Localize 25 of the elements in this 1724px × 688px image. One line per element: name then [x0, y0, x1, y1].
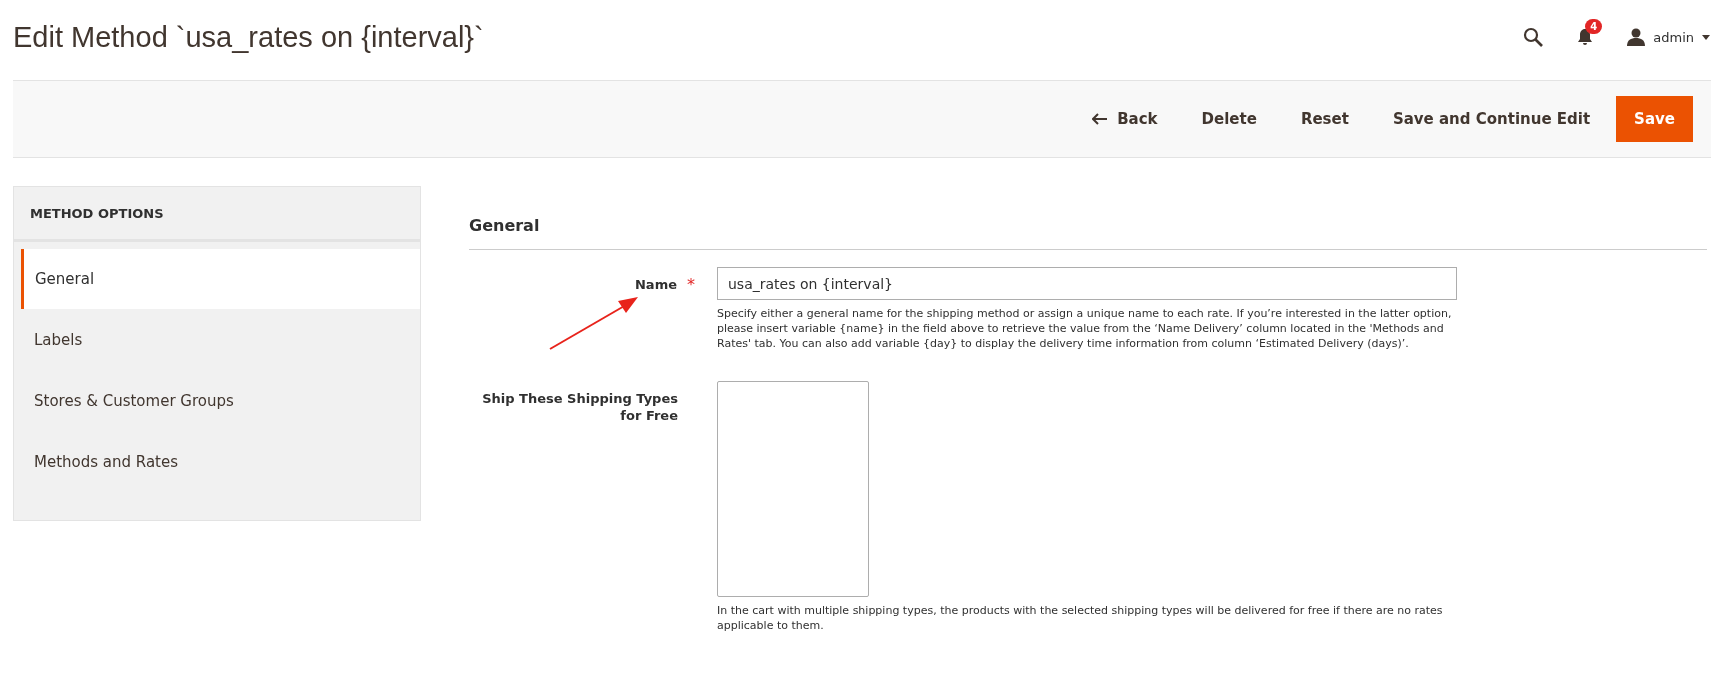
page-title: Edit Method `usa_rates on {interval}`: [13, 20, 484, 54]
save-button[interactable]: Save: [1616, 96, 1693, 142]
user-icon: [1627, 28, 1646, 46]
arrow-left-icon: [1092, 113, 1108, 125]
field-note: Specify either a general name for the shipping method or assign a unique name to each rate. If you’re interested in the latter option, please insert variable {name} in the field above to retrieve the value from the ‘Name Delivery’ column located in the 'Methods and Rates' tab. You can also add variable {day} to display the delivery time information from column ‘Estimated Delivery (days)’.: [717, 306, 1453, 351]
required-mark: *: [686, 274, 695, 296]
bell-icon[interactable]: [1577, 28, 1594, 46]
action-button[interactable]: Delete: [1183, 96, 1275, 142]
action-button[interactable]: Save and Continue Edit: [1374, 96, 1609, 142]
sidebar-tab[interactable]: General: [21, 249, 420, 309]
name-input-field[interactable]: usa_rates on {interval}: [717, 267, 1457, 300]
notification-count-badge: 4: [1585, 19, 1603, 34]
field-note: In the cart with multiple shipping types, the products with the selected shipping types will be delivered for free if there are no rates applicable to them.: [717, 603, 1444, 633]
action-button[interactable]: Reset: [1282, 96, 1367, 142]
user-menu[interactable]: admin: [1627, 28, 1710, 46]
sidebar-title: METHOD OPTIONS: [14, 187, 420, 242]
sidebar-tab[interactable]: Methods and Rates: [21, 431, 420, 492]
sidebar-tab[interactable]: Stores & Customer Groups: [21, 370, 420, 431]
sidebar-tab[interactable]: Labels: [21, 309, 420, 370]
back-button[interactable]: Back: [1074, 96, 1176, 142]
caret-icon: [1702, 34, 1710, 40]
field-label: Name: [635, 276, 677, 294]
section-title: General: [469, 216, 1707, 250]
search-icon[interactable]: [1523, 27, 1544, 47]
field-label: Ship These Shipping Types for Free: [481, 390, 678, 425]
